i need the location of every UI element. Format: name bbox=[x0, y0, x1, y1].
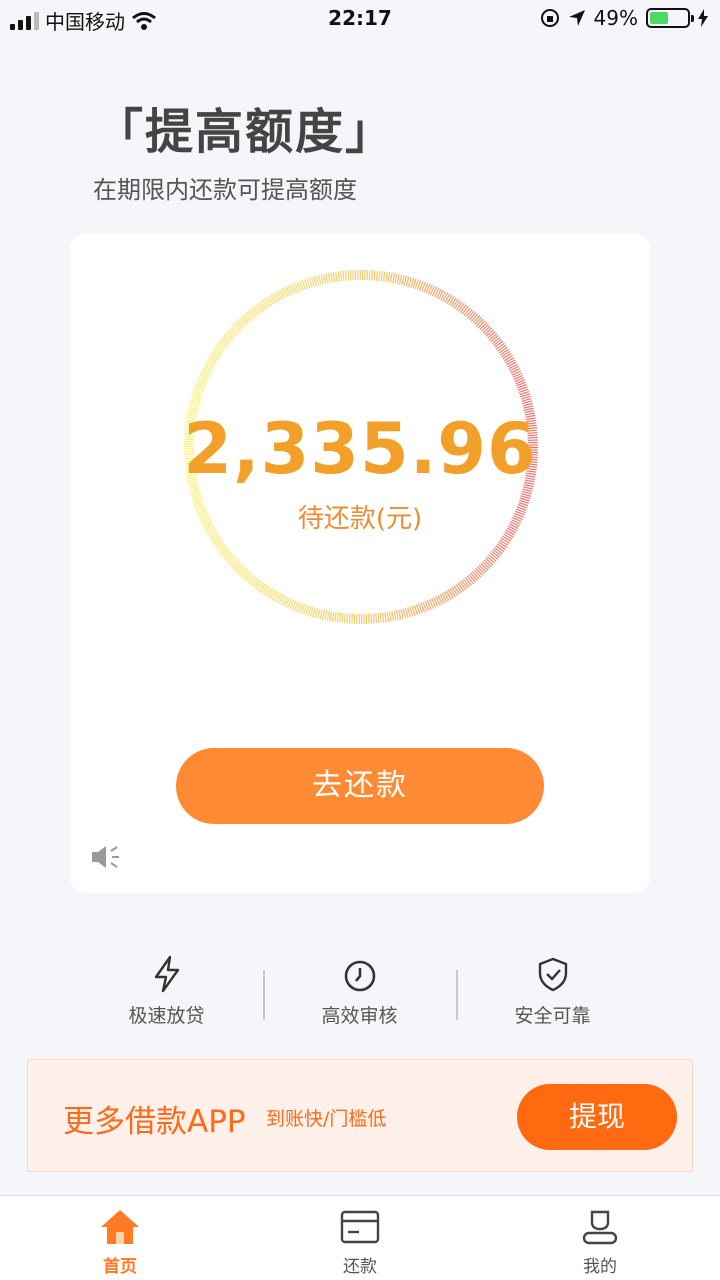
tab-home[interactable]: 首页 bbox=[60, 1208, 180, 1277]
repayment-card: 2,335.96 待还款(元) 去还款 bbox=[70, 233, 650, 893]
page-subtitle: 在期限内还款可提高额度 bbox=[93, 176, 357, 204]
card-icon bbox=[340, 1210, 380, 1244]
clock-icon bbox=[344, 960, 375, 992]
speaker-icon[interactable] bbox=[90, 843, 122, 871]
feature-fast-loan: 极速放贷 bbox=[70, 955, 263, 1028]
status-bar: 中国移动 22:17 49% bbox=[0, 0, 720, 40]
status-right: 49% bbox=[540, 6, 708, 30]
repay-button[interactable]: 去还款 bbox=[176, 748, 544, 824]
tab-mine[interactable]: 我的 bbox=[540, 1208, 660, 1277]
promo-subtitle: 到账快/门槛低 bbox=[266, 1108, 387, 1130]
amount-due-label: 待还款(元) bbox=[297, 504, 423, 534]
charging-icon bbox=[698, 9, 708, 27]
tab-bar: 首页 还款 我的 bbox=[0, 1195, 720, 1280]
battery-icon bbox=[646, 8, 694, 28]
home-icon bbox=[101, 1210, 139, 1244]
battery-percent: 49% bbox=[593, 6, 638, 30]
feature-label: 安全可靠 bbox=[514, 1005, 591, 1027]
shield-check-icon bbox=[538, 957, 567, 992]
tab-label: 首页 bbox=[103, 1257, 137, 1277]
feature-label: 极速放贷 bbox=[128, 1005, 205, 1027]
withdraw-button[interactable]: 提现 bbox=[517, 1084, 677, 1150]
location-icon bbox=[568, 10, 585, 26]
feature-list: 极速放贷 高效审核 安全可靠 bbox=[70, 955, 650, 1035]
lightning-icon bbox=[154, 955, 179, 993]
feature-label: 高效审核 bbox=[321, 1005, 398, 1027]
battery-fill bbox=[650, 12, 668, 24]
rotation-lock-icon bbox=[540, 9, 559, 27]
tab-label: 还款 bbox=[343, 1257, 377, 1277]
page-title: 「提高额度」 bbox=[95, 104, 396, 160]
feature-safe-reliable: 安全可靠 bbox=[456, 955, 649, 1028]
feature-efficient-review: 高效审核 bbox=[263, 955, 456, 1028]
amount-due: 2,335.96 bbox=[183, 408, 537, 490]
more-loan-apps-banner[interactable]: 更多借款APP 到账快/门槛低 提现 bbox=[27, 1059, 693, 1172]
promo-title: 更多借款APP bbox=[63, 1104, 246, 1140]
tab-repay[interactable]: 还款 bbox=[300, 1208, 420, 1277]
tab-label: 我的 bbox=[583, 1257, 617, 1277]
user-icon bbox=[582, 1210, 618, 1245]
